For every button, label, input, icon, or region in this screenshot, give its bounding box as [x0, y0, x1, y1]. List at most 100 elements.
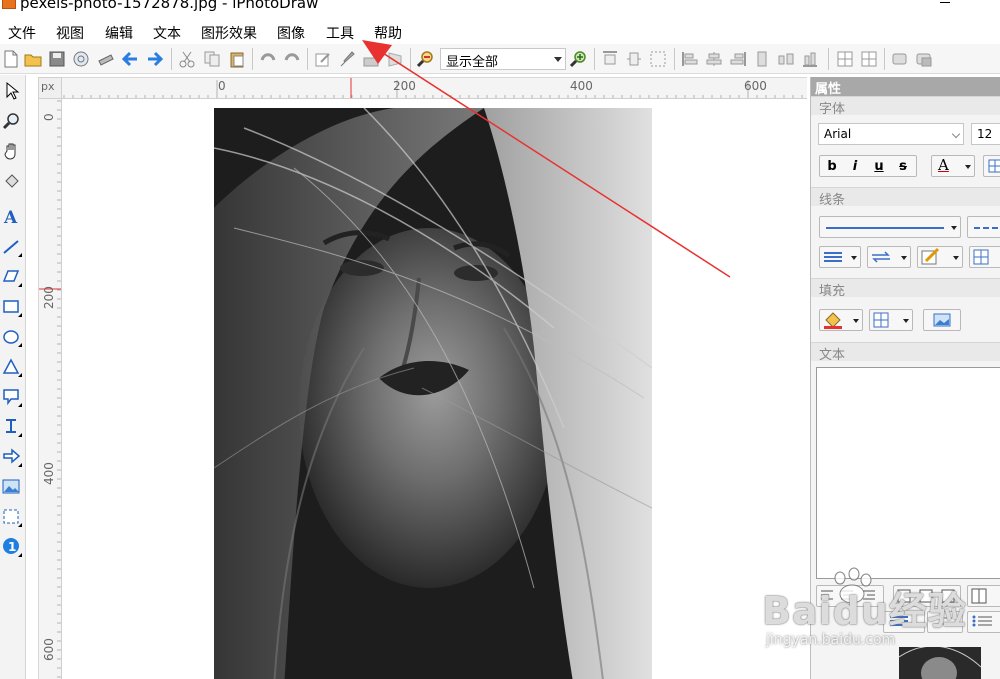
align-right-icon[interactable] [729, 50, 747, 68]
distribute-horizontal-icon[interactable] [777, 50, 795, 68]
new-file-icon[interactable] [2, 50, 20, 68]
align-middle-icon[interactable] [625, 50, 643, 68]
chevron-down-icon [951, 226, 957, 230]
h-ruler-label: 400 [570, 79, 593, 93]
save-icon[interactable] [48, 50, 66, 68]
chevron-down-icon [851, 256, 857, 260]
flag-icon[interactable] [386, 50, 404, 68]
text-section-header[interactable]: 文本 [811, 342, 1000, 363]
align-left-icon[interactable] [681, 50, 699, 68]
fill-color-dropdown[interactable] [819, 309, 863, 331]
menu-image[interactable]: 图像 [277, 23, 305, 43]
preview-thumbnail [899, 647, 981, 679]
cut-icon[interactable] [178, 50, 196, 68]
polygon-tool-icon[interactable] [2, 267, 22, 287]
align-bottom-icon[interactable] [649, 50, 667, 68]
line-grid-dropdown[interactable] [969, 246, 1000, 268]
menu-text[interactable]: 文本 [153, 23, 181, 43]
line-color-dropdown[interactable] [917, 246, 963, 268]
toolbar-separator [594, 48, 595, 70]
align-center-icon[interactable] [705, 50, 723, 68]
edit-icon[interactable] [314, 50, 332, 68]
ellipse-tool-icon[interactable] [2, 327, 22, 347]
menu-view[interactable]: 视图 [56, 23, 84, 43]
bar-align-icon[interactable] [801, 50, 819, 68]
bring-front-icon[interactable] [891, 50, 909, 68]
pointer-icon[interactable] [2, 81, 22, 101]
zoom-in-icon[interactable] [569, 50, 588, 68]
undo-icon[interactable] [259, 50, 277, 68]
text-tool-icon[interactable]: A [2, 207, 22, 228]
fill-bucket-icon[interactable] [2, 171, 22, 191]
font-name-dropdown[interactable]: Arial [818, 123, 964, 145]
image-tool-icon[interactable] [2, 477, 22, 497]
text-content-area[interactable] [816, 367, 1000, 579]
chevron-down-icon [953, 256, 959, 260]
fill-pattern-dropdown[interactable] [869, 309, 913, 331]
font-color-button[interactable]: A [931, 155, 975, 177]
hand-icon[interactable] [2, 141, 22, 161]
ruler-unit-box[interactable]: px [38, 77, 62, 99]
arrow-style-dropdown[interactable] [867, 246, 911, 268]
strikethrough-button[interactable]: s [892, 157, 914, 176]
font-section-header[interactable]: 字体 [811, 96, 1000, 117]
crop-tool-icon[interactable] [2, 507, 22, 527]
italic-button[interactable]: i [844, 157, 866, 176]
line-weight-dropdown[interactable] [819, 246, 861, 268]
text-position-group[interactable] [893, 585, 961, 607]
image-adjust-icon[interactable] [362, 50, 380, 68]
callout-tool-icon[interactable] [2, 387, 22, 407]
text-align-group[interactable] [816, 585, 884, 607]
minimize-button[interactable] [938, 0, 952, 8]
triangle-tool-icon[interactable] [2, 357, 22, 377]
connector-tool-icon[interactable] [2, 417, 22, 437]
text-grid-button[interactable] [983, 155, 1000, 177]
font-size-dropdown[interactable]: 12 [971, 123, 1000, 145]
redo-icon[interactable] [283, 50, 301, 68]
fill-image-button[interactable] [923, 309, 961, 331]
font-name-value: Arial [824, 127, 852, 141]
menu-tools[interactable]: 工具 [326, 23, 354, 43]
arrow-shape-icon[interactable] [2, 447, 22, 467]
send-back-icon[interactable] [915, 50, 933, 68]
distribute-vertical-icon[interactable] [753, 50, 771, 68]
brush-icon[interactable] [338, 50, 356, 68]
zoom-out-icon[interactable] [416, 50, 435, 68]
line-style-dropdown[interactable] [819, 216, 961, 238]
open-folder-icon[interactable] [24, 50, 42, 68]
v-ruler-label: 400 [42, 462, 56, 485]
fill-section-header[interactable]: 填充 [811, 278, 1000, 299]
toolbar-separator [171, 48, 172, 70]
copy-icon[interactable] [203, 50, 221, 68]
rectangle-tool-icon[interactable] [2, 297, 22, 317]
paste-icon[interactable] [228, 50, 246, 68]
zoom-icon[interactable] [2, 111, 22, 131]
text-table-dropdown[interactable] [967, 585, 1000, 607]
dash-style-dropdown[interactable] [967, 216, 1000, 238]
menu-file[interactable]: 文件 [8, 23, 36, 43]
group-icon[interactable] [836, 50, 854, 68]
menu-edit[interactable]: 编辑 [105, 23, 133, 43]
back-arrow-icon[interactable] [121, 50, 139, 68]
scanner-icon[interactable] [97, 50, 115, 68]
fill-section-label: 填充 [819, 284, 846, 299]
ungroup-icon[interactable] [860, 50, 878, 68]
number-tool-icon[interactable]: 1 [2, 537, 22, 557]
line-tool-icon[interactable] [2, 237, 22, 257]
photo-portrait[interactable] [214, 108, 652, 679]
chevron-down-icon [965, 165, 971, 169]
menu-graphic-effects[interactable]: 图形效果 [201, 23, 257, 43]
line-section-header[interactable]: 线条 [811, 187, 1000, 208]
list-dropdown[interactable] [967, 611, 1000, 633]
bold-button[interactable]: b [821, 157, 843, 176]
v-ruler-label: 600 [42, 638, 56, 661]
indent-dropdown[interactable] [883, 611, 925, 633]
menu-help[interactable]: 帮助 [374, 23, 402, 43]
drawing-canvas[interactable] [62, 99, 807, 679]
web-icon[interactable] [72, 50, 90, 68]
underline-button[interactable]: u [868, 157, 890, 176]
zoom-dropdown[interactable]: 显示全部 [440, 48, 566, 70]
forward-arrow-icon[interactable] [146, 50, 164, 68]
align-top-icon[interactable] [601, 50, 619, 68]
spacing-dropdown[interactable] [927, 611, 963, 633]
